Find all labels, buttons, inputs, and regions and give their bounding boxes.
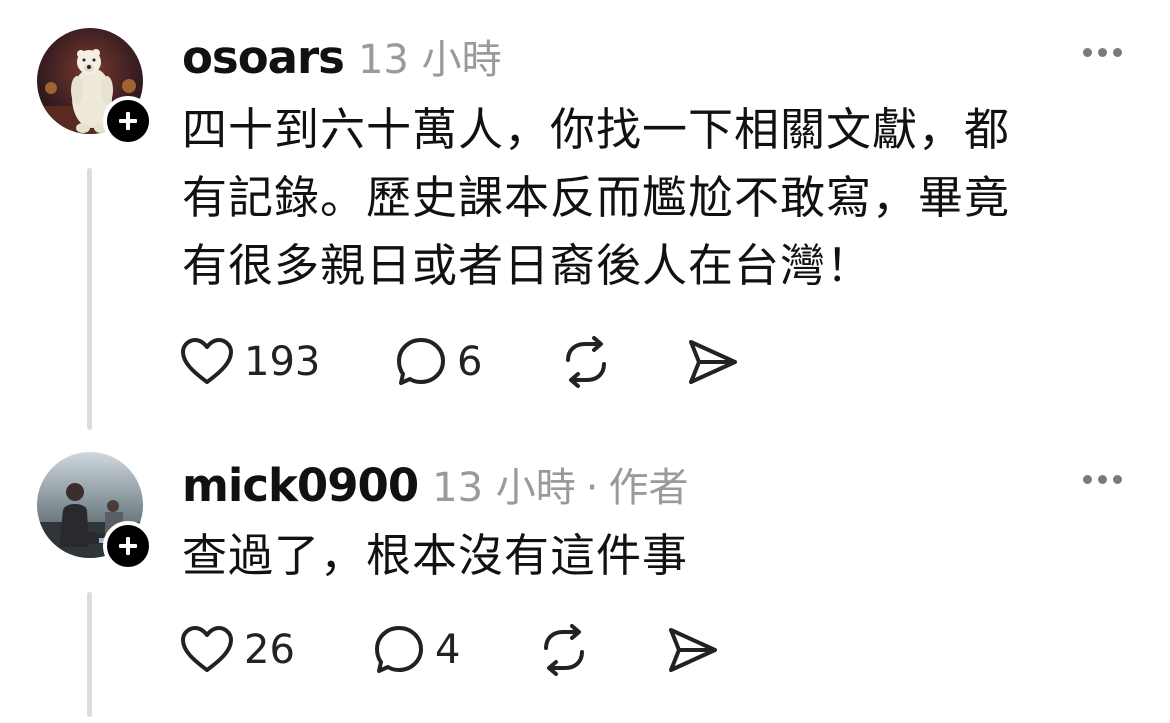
post-text: 四十到六十萬人，你找一下相關文獻，都 有記錄。歷史課本反而尷尬不敢寫，畢竟 有很… bbox=[182, 96, 1142, 300]
post-text-line: 有記錄。歷史課本反而尷尬不敢寫，畢竟 bbox=[182, 171, 1011, 224]
comment-icon bbox=[375, 626, 423, 673]
comment-post: mick0900 13 小時 · 作者 查過了，根本沒有這件事 26 4 bbox=[0, 440, 1170, 723]
send-icon bbox=[689, 340, 737, 384]
post-header: mick0900 13 小時 · 作者 bbox=[182, 455, 689, 513]
like-count: 193 bbox=[244, 339, 321, 385]
thread-line bbox=[87, 168, 92, 430]
like-button[interactable]: 193 bbox=[180, 332, 320, 392]
repost-button[interactable] bbox=[538, 620, 590, 680]
author-tag: 作者 bbox=[608, 465, 689, 511]
reply-button[interactable]: 6 bbox=[395, 332, 482, 392]
username[interactable]: mick0900 bbox=[182, 459, 419, 512]
post-text: 查過了，根本沒有這件事 bbox=[182, 522, 1142, 590]
reply-button[interactable]: 4 bbox=[373, 620, 460, 680]
reply-count: 4 bbox=[435, 627, 461, 673]
follow-plus-icon[interactable] bbox=[103, 521, 153, 571]
post-text-line: 有很多親日或者日裔後人在台灣！ bbox=[182, 239, 873, 292]
share-button[interactable] bbox=[665, 620, 719, 680]
share-button[interactable] bbox=[685, 332, 739, 392]
more-icon[interactable] bbox=[1083, 48, 1122, 57]
timestamp: 13 小時 bbox=[432, 465, 576, 511]
thread-line bbox=[87, 592, 92, 717]
post-text-line: 查過了，根本沒有這件事 bbox=[182, 529, 689, 582]
heart-icon bbox=[181, 338, 233, 384]
send-icon bbox=[669, 628, 717, 672]
repost-icon bbox=[544, 624, 584, 676]
meta-separator: · bbox=[585, 465, 599, 511]
like-count: 26 bbox=[244, 627, 295, 673]
comment-icon bbox=[397, 338, 445, 385]
like-button[interactable]: 26 bbox=[180, 620, 295, 680]
follow-plus-icon[interactable] bbox=[103, 96, 153, 146]
more-icon[interactable] bbox=[1083, 475, 1122, 484]
comment-post: osoars 13 小時 四十到六十萬人，你找一下相關文獻，都 有記錄。歷史課本… bbox=[0, 0, 1170, 430]
heart-icon bbox=[181, 626, 233, 672]
reply-count: 6 bbox=[457, 339, 483, 385]
post-text-line: 四十到六十萬人，你找一下相關文獻，都 bbox=[182, 103, 1011, 156]
repost-icon bbox=[566, 336, 606, 388]
username[interactable]: osoars bbox=[182, 31, 345, 84]
timestamp: 13 小時 bbox=[357, 37, 502, 83]
post-header: osoars 13 小時 bbox=[182, 27, 502, 85]
repost-button[interactable] bbox=[560, 332, 612, 392]
